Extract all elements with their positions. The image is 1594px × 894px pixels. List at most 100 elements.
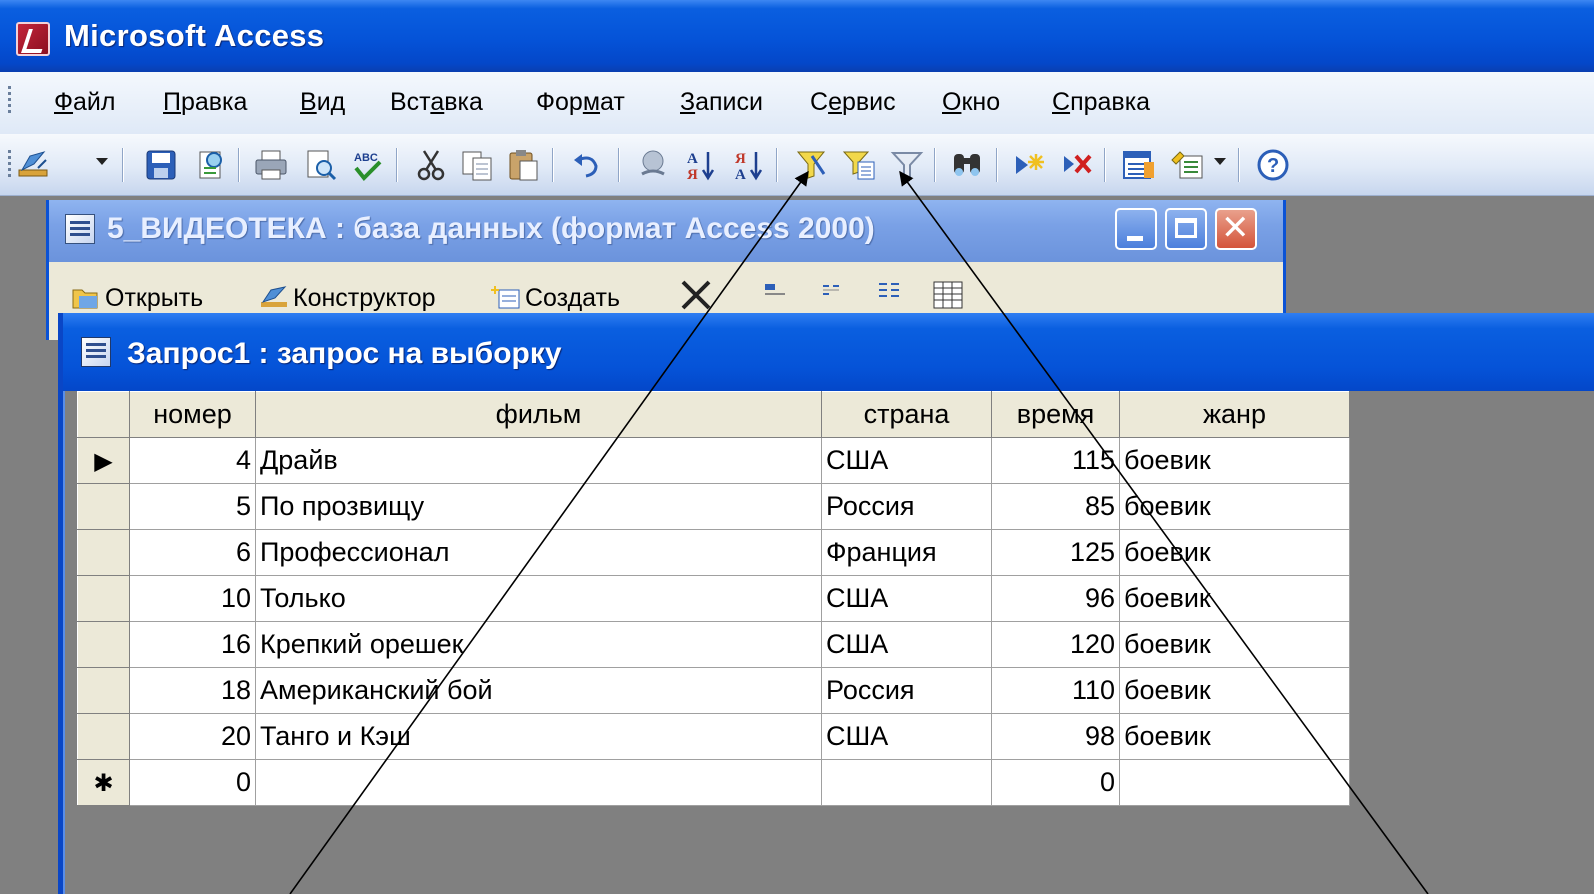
cell-country[interactable]: США	[821, 713, 992, 760]
cell-country[interactable]: Франция	[821, 529, 992, 576]
copy-icon[interactable]	[460, 148, 494, 182]
spelling-icon[interactable]: ABC	[350, 148, 384, 182]
database-window-icon[interactable]	[1122, 148, 1156, 182]
record-selector[interactable]	[77, 667, 130, 714]
query-window-titlebar[interactable]: Запрос1 : запрос на выборку	[63, 313, 1594, 391]
find-icon[interactable]	[950, 148, 984, 182]
sort-descending-icon[interactable]: ЯА	[732, 148, 766, 182]
new-object-dropdown-icon[interactable]	[1214, 158, 1226, 165]
design-button[interactable]: Конструктор	[259, 284, 436, 313]
record-selector[interactable]	[77, 529, 130, 576]
record-selector[interactable]	[77, 621, 130, 668]
column-header-country[interactable]: страна	[821, 391, 992, 438]
menu-view[interactable]: Вид	[296, 88, 349, 117]
new-object-icon[interactable]	[1170, 148, 1204, 182]
sort-ascending-icon[interactable]: АЯ	[684, 148, 718, 182]
cell-number[interactable]: 0	[129, 759, 256, 806]
cell-country[interactable]: США	[821, 575, 992, 622]
apply-filter-icon[interactable]	[890, 148, 924, 182]
record-selector[interactable]	[77, 483, 130, 530]
cell-film[interactable]: Драйв	[255, 437, 822, 484]
create-button[interactable]: Создать	[491, 284, 620, 313]
cell-genre[interactable]: боевик	[1119, 437, 1350, 484]
cell-number[interactable]: 4	[129, 437, 256, 484]
cell-time[interactable]: 120	[991, 621, 1120, 668]
record-selector[interactable]	[77, 713, 130, 760]
open-button[interactable]: Открыть	[71, 284, 203, 313]
delete-record-icon[interactable]	[1060, 148, 1094, 182]
new-record-icon[interactable]	[1012, 148, 1046, 182]
record-selector[interactable]: ▶	[77, 437, 130, 484]
svg-text:А: А	[735, 167, 746, 182]
cut-icon[interactable]	[414, 148, 448, 182]
access-app-icon[interactable]	[16, 22, 50, 56]
view-dropdown-icon[interactable]	[96, 158, 108, 165]
cell-number[interactable]: 20	[129, 713, 256, 760]
select-all-button[interactable]	[77, 391, 130, 438]
menu-format[interactable]: Формат	[532, 88, 629, 117]
column-header-number[interactable]: номер	[129, 391, 256, 438]
cell-genre[interactable]: боевик	[1119, 529, 1350, 576]
menu-records[interactable]: Записи	[676, 88, 767, 117]
cell-film[interactable]: По прозвищу	[255, 483, 822, 530]
database-window-titlebar[interactable]: 5_ВИДЕОТЕКА : база данных (формат Access…	[49, 200, 1283, 262]
record-selector[interactable]	[77, 575, 130, 622]
help-icon[interactable]: ?	[1256, 148, 1290, 182]
column-header-time[interactable]: время	[991, 391, 1120, 438]
menu-help[interactable]: Справка	[1048, 88, 1154, 117]
record-selector[interactable]: ✱	[77, 759, 130, 806]
cell-time[interactable]: 98	[991, 713, 1120, 760]
print-icon[interactable]	[254, 148, 288, 182]
undo-icon[interactable]	[570, 148, 604, 182]
menu-tools[interactable]: Сервис	[806, 88, 900, 117]
maximize-button[interactable]	[1165, 208, 1207, 250]
cell-time[interactable]: 96	[991, 575, 1120, 622]
cell-number[interactable]: 10	[129, 575, 256, 622]
cell-time[interactable]: 115	[991, 437, 1120, 484]
cell-genre[interactable]	[1119, 759, 1350, 806]
cell-country[interactable]: Россия	[821, 667, 992, 714]
file-search-icon[interactable]	[194, 148, 228, 182]
cell-film[interactable]: Танго и Кэш	[255, 713, 822, 760]
minimize-button[interactable]	[1115, 208, 1157, 250]
svg-text:ABC: ABC	[354, 152, 378, 164]
cell-country[interactable]: США	[821, 621, 992, 668]
paste-icon[interactable]	[506, 148, 540, 182]
cell-film[interactable]: Американский бой	[255, 667, 822, 714]
filter-by-form-icon[interactable]	[842, 148, 876, 182]
cell-film[interactable]: Крепкий орешек	[255, 621, 822, 668]
cell-country[interactable]: США	[821, 437, 992, 484]
cell-time[interactable]: 85	[991, 483, 1120, 530]
cell-time[interactable]: 0	[991, 759, 1120, 806]
cell-film[interactable]: Профессионал	[255, 529, 822, 576]
cell-number[interactable]: 5	[129, 483, 256, 530]
cell-film[interactable]: Только	[255, 575, 822, 622]
cell-genre[interactable]: боевик	[1119, 713, 1350, 760]
design-view-icon[interactable]	[16, 148, 50, 182]
hyperlink-icon[interactable]	[636, 148, 670, 182]
cell-genre[interactable]: боевик	[1119, 667, 1350, 714]
cell-genre[interactable]: боевик	[1119, 483, 1350, 530]
cell-number[interactable]: 18	[129, 667, 256, 714]
save-icon[interactable]	[144, 148, 178, 182]
close-button[interactable]: ✕	[1215, 208, 1257, 250]
cell-film[interactable]	[255, 759, 822, 806]
menu-file[interactable]: Файл	[50, 88, 119, 117]
column-header-genre[interactable]: жанр	[1119, 391, 1350, 438]
menu-insert[interactable]: Вставка	[386, 88, 487, 117]
cell-genre[interactable]: боевик	[1119, 575, 1350, 622]
menubar-grip-icon[interactable]	[8, 86, 12, 116]
print-preview-icon[interactable]	[304, 148, 338, 182]
cell-number[interactable]: 16	[129, 621, 256, 668]
column-header-film[interactable]: фильм	[255, 391, 822, 438]
filter-by-selection-icon[interactable]	[794, 148, 828, 182]
cell-country[interactable]: Россия	[821, 483, 992, 530]
cell-time[interactable]: 125	[991, 529, 1120, 576]
menu-edit[interactable]: Правка	[159, 88, 251, 117]
cell-number[interactable]: 6	[129, 529, 256, 576]
cell-time[interactable]: 110	[991, 667, 1120, 714]
cell-country[interactable]	[821, 759, 992, 806]
menu-window[interactable]: Окно	[938, 88, 1004, 117]
cell-genre[interactable]: боевик	[1119, 621, 1350, 668]
toolbar-grip-icon[interactable]	[8, 150, 12, 180]
